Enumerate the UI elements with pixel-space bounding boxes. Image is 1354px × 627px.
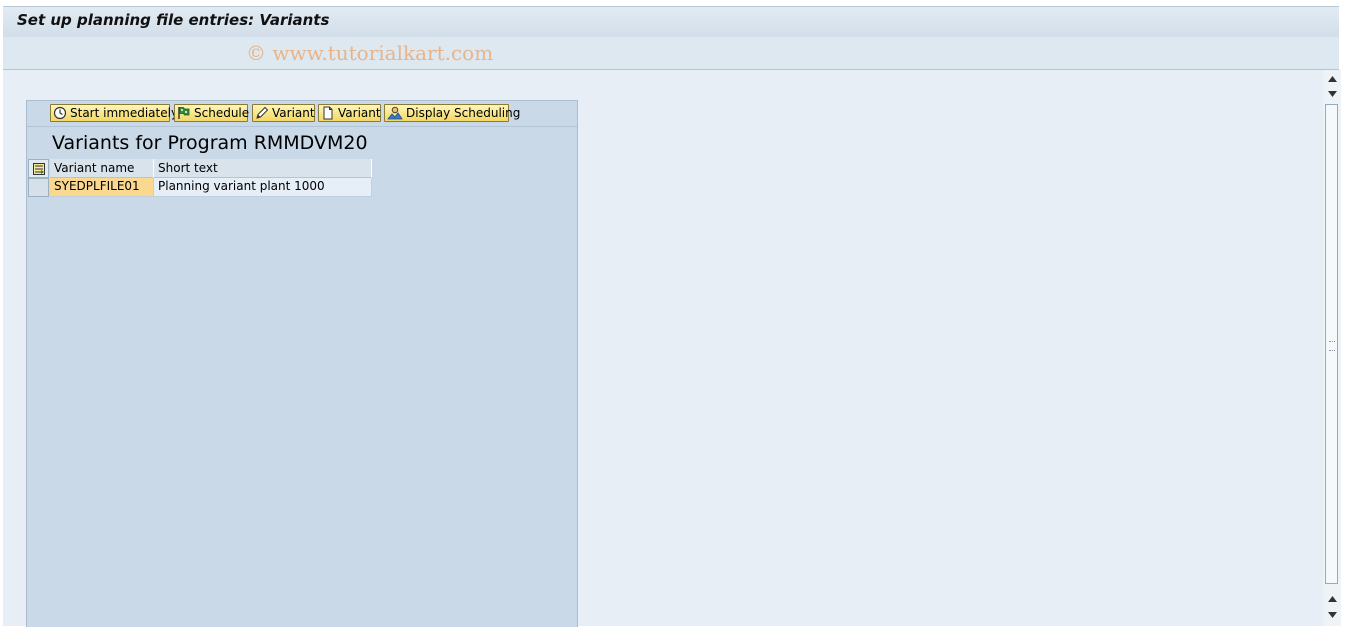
arrow-down-icon — [1327, 612, 1337, 618]
clock-execute-icon — [53, 106, 67, 120]
arrow-up-icon — [1327, 596, 1337, 602]
create-variant-label: Variant — [338, 106, 381, 120]
vertical-scrollbar[interactable] — [1323, 70, 1341, 626]
watermark: © www.tutorialkart.com — [246, 41, 494, 65]
scroll-grip — [1329, 341, 1335, 351]
schedule-button[interactable]: Schedule — [174, 104, 250, 122]
display-scheduling-button[interactable]: Display Scheduling — [384, 104, 520, 122]
variants-toolbar: Start immediately Schedule Variant Varia… — [27, 101, 577, 127]
document-icon — [323, 106, 333, 120]
variants-panel: Start immediately Schedule Variant Varia… — [26, 100, 578, 627]
row-selector[interactable] — [28, 178, 49, 197]
column-header-short-text[interactable]: Short text — [154, 159, 372, 178]
start-immediately-label: Start immediately — [70, 106, 179, 120]
schedule-label: Schedule — [194, 106, 250, 120]
scroll-thumb[interactable] — [1325, 104, 1338, 584]
window-title: Set up planning file entries: Variants — [17, 11, 330, 29]
scroll-bottom-button[interactable] — [1325, 608, 1339, 622]
scroll-top-button[interactable] — [1325, 72, 1339, 86]
application-toolbar: © www.tutorialkart.com — [3, 37, 1339, 70]
scroll-up-button[interactable] — [1325, 87, 1339, 101]
page-heading: Variants for Program RMMDVM20 — [52, 132, 368, 154]
title-bar: Set up planning file entries: Variants — [3, 6, 1339, 38]
scroll-down-button[interactable] — [1325, 592, 1339, 606]
column-header-variant-name[interactable]: Variant name — [50, 159, 154, 178]
change-variant-button[interactable]: Variant — [252, 104, 315, 122]
window-edge — [1348, 0, 1354, 627]
arrow-down-icon — [1327, 91, 1337, 97]
select-all-button[interactable] — [28, 159, 49, 178]
pencil-icon — [256, 106, 269, 119]
cell-short-text[interactable]: Planning variant plant 1000 — [154, 178, 372, 197]
flag-icon — [178, 107, 190, 119]
change-variant-label: Variant — [272, 106, 315, 120]
table-select-icon — [32, 162, 45, 175]
start-immediately-button[interactable]: Start immediately — [50, 104, 178, 122]
create-variant-button[interactable]: Variant — [318, 104, 381, 122]
display-scheduling-label: Display Scheduling — [406, 106, 521, 120]
cell-variant-name[interactable]: SYEDPLFILE01 — [50, 178, 154, 197]
work-area: Start immediately Schedule Variant Varia… — [3, 70, 1323, 627]
person-mountain-icon — [387, 106, 403, 120]
arrow-up-icon — [1327, 76, 1337, 82]
